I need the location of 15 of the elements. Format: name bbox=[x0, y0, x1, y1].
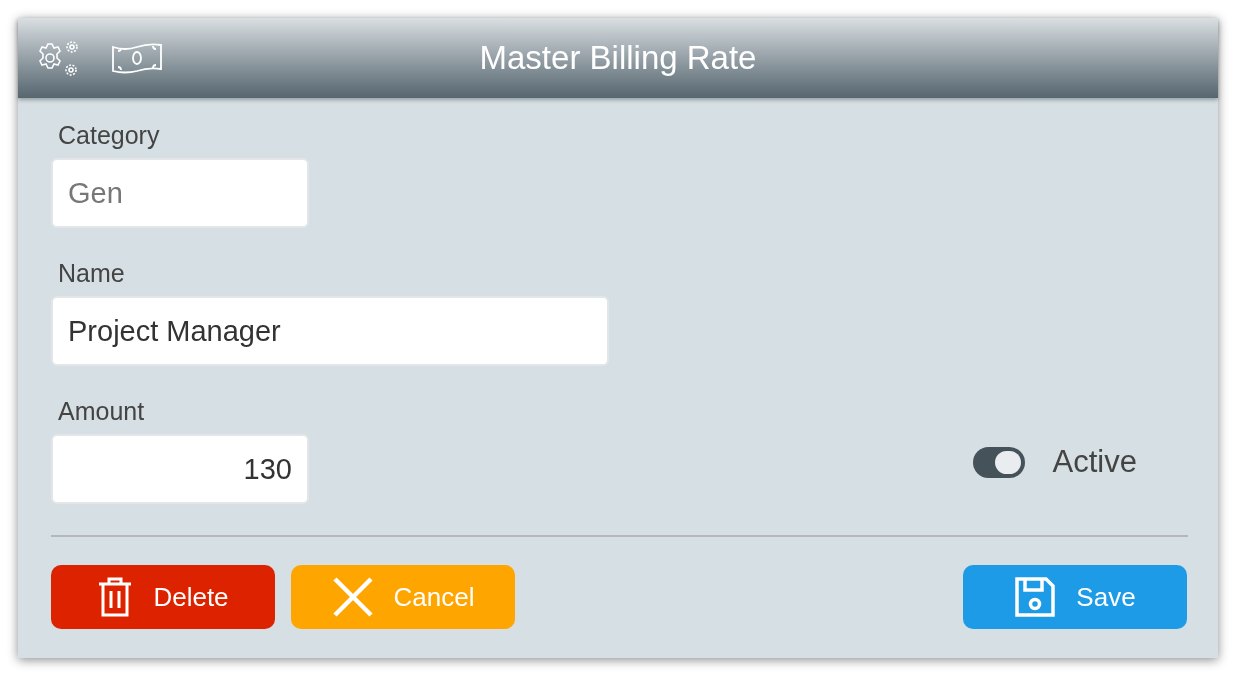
input-field[interactable]: Gen bbox=[51, 158, 309, 228]
close-icon bbox=[331, 576, 374, 618]
field-label: Category bbox=[58, 120, 161, 150]
input-field[interactable]: 130 bbox=[51, 434, 309, 504]
input-field[interactable]: Project Manager bbox=[51, 296, 609, 366]
toggle-switch[interactable] bbox=[972, 446, 1025, 478]
field-label: Amount bbox=[58, 396, 146, 426]
delete-button[interactable]: Delete bbox=[51, 565, 275, 629]
banknote-icon[interactable] bbox=[111, 41, 163, 75]
window-title: Master Billing Rate bbox=[479, 38, 757, 79]
floppy-disk-icon bbox=[1014, 576, 1057, 618]
trash-icon bbox=[97, 576, 134, 618]
field-label: Name bbox=[58, 258, 126, 288]
toggle-label: Active bbox=[1052, 442, 1137, 481]
save-button[interactable]: Save bbox=[963, 565, 1187, 629]
